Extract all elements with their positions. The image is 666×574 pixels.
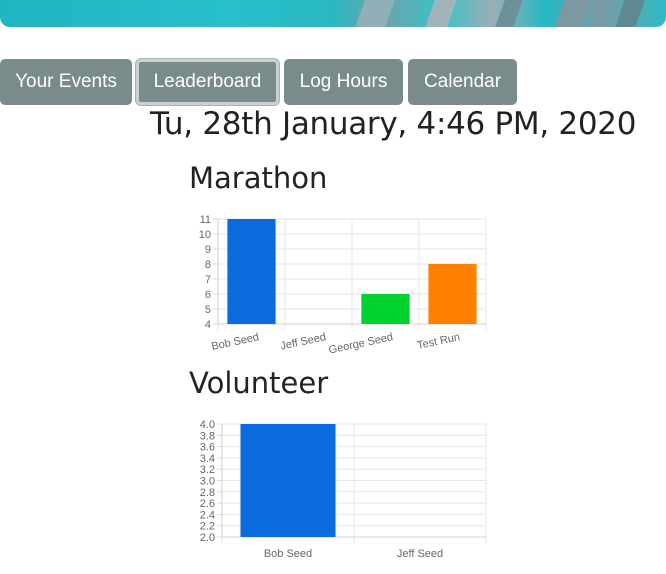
nav-your-events-button[interactable]: Your Events — [0, 59, 132, 105]
x-tick-label: Jeff Seed — [397, 548, 443, 560]
banner-decoration — [555, 0, 591, 27]
y-tick-label: 3.4 — [200, 453, 215, 465]
marathon-bar-chart: 4 5 6 7 8 9 10 11 Bob Seed Jeff Seed George Seed Te… — [199, 214, 487, 357]
y-tick-label: 3.6 — [200, 442, 215, 454]
header-banner-image — [0, 0, 666, 27]
y-tick-label: 4.0 — [200, 419, 215, 431]
bar-bob-seed — [240, 424, 336, 537]
nav-leaderboard-button[interactable]: Leaderboard — [136, 59, 279, 105]
y-tick-label: 2.4 — [200, 509, 215, 521]
bar-test-run — [428, 264, 477, 324]
x-tick-label: Bob Seed — [264, 548, 312, 560]
y-tick-label: 4 — [205, 319, 211, 331]
y-tick-label: 7 — [205, 274, 211, 286]
y-tick-label: 9 — [205, 244, 211, 256]
y-tick-label: 3.0 — [200, 476, 215, 488]
y-tick-label: 2.8 — [200, 487, 215, 499]
bar-bob-seed — [227, 219, 276, 324]
banner-decoration — [355, 0, 395, 27]
y-tick-label: 11 — [200, 214, 211, 226]
y-tick-label: 2.6 — [200, 498, 215, 510]
marathon-chart-title: Marathon — [189, 161, 328, 195]
volunteer-bar-chart: 2.02.22.42.62.83.03.23.43.63.84.0 Bob See… — [200, 419, 487, 560]
y-tick-label: 3.8 — [200, 430, 215, 442]
y-tick-label: 2.2 — [200, 521, 215, 533]
y-tick-label: 2.0 — [200, 532, 215, 544]
nav-calendar-button[interactable]: Calendar — [408, 59, 517, 105]
banner-decoration — [425, 0, 457, 27]
banner-decoration — [495, 0, 523, 27]
volunteer-chart-title: Volunteer — [189, 366, 329, 400]
bar-george-seed — [361, 294, 410, 324]
x-tick-label: Test Run — [416, 331, 461, 352]
x-tick-label: Jeff Seed — [279, 331, 327, 352]
y-tick-label: 6 — [205, 289, 211, 301]
x-tick-label: Bob Seed — [210, 331, 260, 353]
y-tick-label: 10 — [199, 229, 211, 241]
y-tick-label: 3.2 — [200, 464, 215, 476]
y-tick-label: 8 — [205, 259, 211, 271]
banner-decoration — [615, 0, 645, 27]
y-tick-label: 5 — [205, 304, 211, 316]
x-tick-label: George Seed — [328, 331, 395, 356]
nav-log-hours-button[interactable]: Log Hours — [284, 59, 403, 105]
current-datetime: Tu, 28th January, 4:46 PM, 2020 — [150, 106, 637, 142]
